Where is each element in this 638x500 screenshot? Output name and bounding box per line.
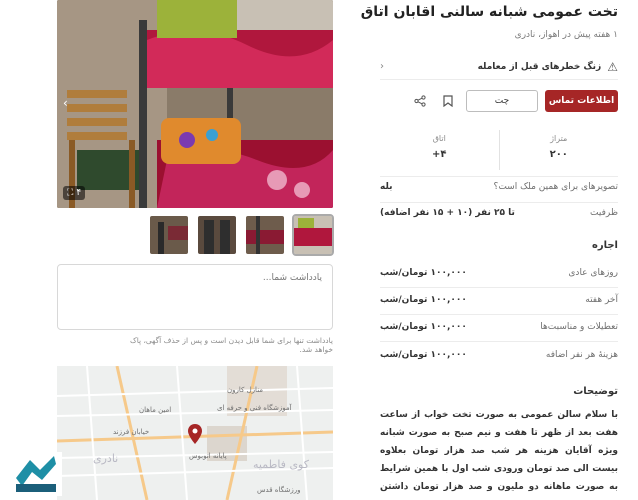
rent-label: روزهای عادی: [568, 268, 618, 278]
photo-counter[interactable]: ⛶ ۴: [63, 186, 86, 200]
thumbnail[interactable]: [198, 216, 236, 254]
chevron-left-icon: ‹: [380, 61, 384, 72]
rent-row: روزهای عادی ۱۰۰,۰۰۰ تومان/شب: [380, 268, 618, 278]
detail-value: تا ۲۵ نفر (۱۰ + ۱۵ نفر اضافه): [380, 208, 515, 218]
expand-icon: ⛶: [67, 188, 74, 198]
stat-label: متراژ: [550, 134, 568, 143]
rent-row: تعطیلات و مناسبت‌ها ۱۰۰,۰۰۰ تومان/شب: [380, 322, 618, 332]
brand-logo-icon: [10, 452, 62, 496]
left-column: ‹ ⛶ ۴ یادداشت تنها برای شما قابل دیدن اس…: [0, 0, 345, 500]
rent-row: هزینهٔ هر نفر اضافه ۱۰۰,۰۰۰ تومان/شب: [380, 350, 618, 360]
chat-button[interactable]: چت: [466, 90, 538, 112]
rent-label: تعطیلات و مناسبت‌ها: [540, 322, 618, 332]
detail-value: بله: [380, 182, 393, 192]
rent-row: آخر هفته ۱۰۰,۰۰۰ تومان/شب: [380, 295, 618, 305]
safety-alert-row[interactable]: ⚠ زنگ خطرهای قبل از معامله ‹: [380, 54, 618, 80]
safety-alert-text: زنگ خطرهای قبل از معامله: [477, 61, 602, 72]
rent-value: ۱۰۰,۰۰۰ تومان/شب: [380, 350, 467, 360]
detail-label: ظرفیت: [590, 208, 618, 218]
bunk-bed-photo: [57, 0, 333, 208]
location-map[interactable]: منازل کارون آموزشگاه فنی و حرفه ای خیابا…: [57, 366, 333, 500]
stat-value: ۲۰۰: [549, 149, 568, 160]
divider: [380, 341, 618, 342]
rent-heading: اجاره: [591, 240, 618, 251]
divider: [380, 287, 618, 288]
rent-label: آخر هفته: [585, 295, 618, 305]
warning-icon: ⚠: [607, 59, 618, 74]
map-label: آموزشگاه فنی و حرفه ای: [217, 404, 292, 412]
listing-title: تخت عمومی شبانه سالنی اقابان اتاق: [360, 4, 618, 20]
share-icon[interactable]: [412, 93, 428, 109]
stat-rooms: اتاق ۴+: [380, 130, 500, 170]
contact-info-button[interactable]: اطلاعات تماس: [545, 90, 618, 112]
listing-details-panel: تخت عمومی شبانه سالنی اقابان اتاق ۱ هفته…: [361, 0, 638, 500]
detail-label: تصویرهای برای همین ملک است؟: [493, 182, 618, 192]
detail-row-photos: تصویرهای برای همین ملک است؟ بله: [380, 182, 618, 192]
divider: [380, 176, 618, 177]
map-label: امین ماهان: [139, 406, 172, 414]
rent-value: ۱۰۰,۰۰۰ تومان/شب: [380, 295, 467, 305]
map-label: خیابان فرزند: [113, 428, 150, 436]
thumbnail[interactable]: [246, 216, 284, 254]
main-photo[interactable]: ‹ ⛶ ۴: [57, 0, 333, 208]
rent-label: هزینهٔ هر نفر اضافه: [545, 350, 618, 360]
map-label: نادری: [93, 452, 119, 465]
thumbnail-selected[interactable]: [292, 214, 334, 256]
map-label: کوی فاطمیه: [253, 458, 309, 471]
rent-value: ۱۰۰,۰۰۰ تومان/شب: [380, 268, 467, 278]
photo-thumbnails: [150, 214, 334, 256]
description-heading: توضیحات: [573, 386, 618, 397]
note-help-text: یادداشت تنها برای شما قابل دیدن است و پس…: [129, 336, 333, 354]
map-label: ورزشگاه قدس: [257, 486, 301, 494]
rent-value: ۱۰۰,۰۰۰ تومان/شب: [380, 322, 467, 332]
bookmark-icon[interactable]: [440, 93, 456, 109]
divider: [380, 314, 618, 315]
map-label: منازل کارون: [227, 386, 264, 394]
stat-value: ۴+: [432, 149, 447, 160]
prev-photo-icon[interactable]: ‹: [63, 96, 68, 110]
divider: [380, 202, 618, 203]
listing-subtitle: ۱ هفته پیش در اهواز، نادری: [514, 30, 618, 40]
map-pin-icon: [188, 424, 202, 444]
thumbnail[interactable]: [150, 216, 188, 254]
description-text: با سلام سالن عمومی به صورت تخت خواب از س…: [380, 410, 618, 492]
note-input[interactable]: [57, 264, 333, 330]
map-label: پایانه اتوبوس: [189, 452, 227, 460]
stat-label: اتاق: [432, 134, 446, 143]
stat-area: متراژ ۲۰۰: [500, 130, 619, 170]
detail-row-capacity: ظرفیت تا ۲۵ نفر (۱۰ + ۱۵ نفر اضافه): [380, 208, 618, 218]
property-stats: متراژ ۲۰۰ اتاق ۴+: [380, 130, 618, 170]
